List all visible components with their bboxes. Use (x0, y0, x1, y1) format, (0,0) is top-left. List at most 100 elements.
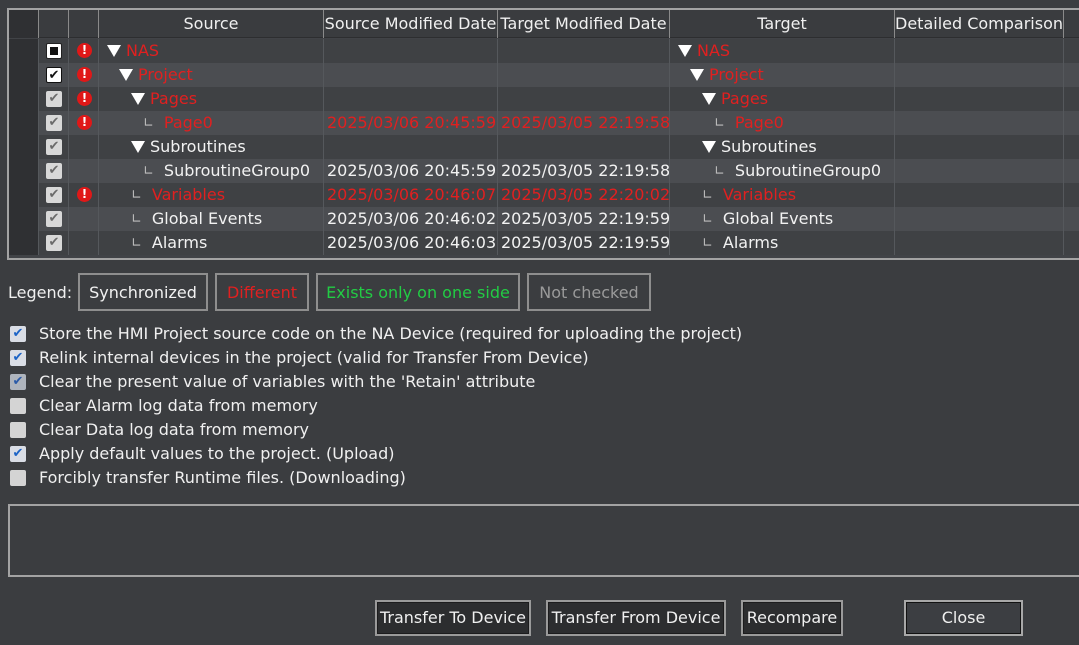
source-modified-date (327, 135, 497, 159)
grid-cell (895, 87, 1064, 111)
option-row[interactable]: ✔ Relink internal devices in the project … (10, 347, 770, 369)
source-item[interactable]: NAS (99, 39, 324, 63)
row-checkbox[interactable]: ✔ (46, 235, 62, 251)
source-item[interactable]: ∟ Global Events (99, 207, 324, 231)
table-row[interactable]: ✔ Subroutines Subroutines (9, 135, 1079, 159)
target-item[interactable]: Project (670, 63, 895, 87)
target-item[interactable]: NAS (670, 39, 895, 63)
option-row[interactable]: ✔ Clear the present value of variables wi… (10, 371, 770, 393)
row-checkbox[interactable]: ✔ (46, 211, 62, 227)
row-checkbox[interactable]: ✔ (46, 163, 62, 179)
grid-cell (69, 207, 99, 231)
comparison-grid[interactable]: Source Source Modified Date Target Modif… (7, 8, 1079, 260)
option-checkbox[interactable] (10, 470, 26, 486)
table-row[interactable]: ✔! ∟ Variables ∟ Variables 2025/03/06 20:46:0… (9, 183, 1079, 207)
item-name: Subroutines (150, 137, 246, 156)
row-checkbox[interactable]: ✔ (46, 115, 62, 131)
header-target[interactable]: Target (670, 10, 895, 38)
source-item[interactable]: ∟ Alarms (99, 231, 324, 255)
target-item[interactable]: ∟ SubroutineGroup0 (670, 159, 895, 183)
item-name: Project (709, 65, 764, 84)
option-checkbox[interactable]: ✔ (10, 374, 26, 390)
header-source-modified[interactable]: Source Modified Date (324, 10, 498, 38)
option-row[interactable]: Clear Alarm log data from memory (10, 395, 770, 417)
item-name: SubroutineGroup0 (734, 161, 882, 180)
transfer-from-device-button[interactable]: Transfer From Device (546, 600, 726, 636)
table-row[interactable]: ! NAS NAS (9, 39, 1079, 63)
target-item[interactable]: Pages (670, 87, 895, 111)
table-row[interactable]: ✔ ∟ SubroutineGroup0 ∟ SubroutineGroup0 2025/… (9, 159, 1079, 183)
recompare-button[interactable]: Recompare (741, 600, 843, 636)
source-item[interactable]: Project (99, 63, 324, 87)
target-item[interactable]: ∟ Variables (670, 183, 895, 207)
source-item[interactable]: ∟ SubroutineGroup0 (99, 159, 324, 183)
option-row[interactable]: Forcibly transfer Runtime files. (Downlo… (10, 467, 770, 489)
grid-cell (895, 183, 1064, 207)
table-row[interactable]: ✔! Project Project (9, 63, 1079, 87)
expand-triangle-icon[interactable] (107, 45, 121, 57)
grid-cell (9, 207, 39, 231)
target-modified-date (501, 39, 669, 63)
table-row[interactable]: ✔ ∟ Alarms ∟ Alarms 2025/03/06 20:46:03 2025/0… (9, 231, 1079, 255)
target-item[interactable]: ∟ Page0 (670, 111, 895, 135)
source-item[interactable]: Subroutines (99, 135, 324, 159)
grid-cell (69, 135, 99, 159)
item-name: SubroutineGroup0 (163, 161, 311, 180)
target-item[interactable]: Subroutines (670, 135, 895, 159)
row-checkbox[interactable]: ✔ (46, 139, 62, 155)
grid-cell (9, 159, 39, 183)
target-modified-date (501, 135, 669, 159)
header-target-modified[interactable]: Target Modified Date (498, 10, 670, 38)
transfer-to-device-button[interactable]: Transfer To Device (375, 600, 531, 636)
option-row[interactable]: Clear Data log data from memory (10, 419, 770, 441)
option-checkbox[interactable]: ✔ (10, 446, 26, 462)
source-item[interactable]: Pages (99, 87, 324, 111)
grid-cell (895, 159, 1064, 183)
header-detailed-comparison[interactable]: Detailed Comparison (895, 10, 1064, 38)
expand-triangle-icon[interactable] (690, 69, 704, 81)
source-item[interactable]: ∟ Variables (99, 183, 324, 207)
expand-triangle-icon[interactable] (702, 141, 716, 153)
expand-triangle-icon[interactable] (131, 93, 145, 105)
option-checkbox[interactable] (10, 422, 26, 438)
expand-triangle-icon[interactable] (131, 141, 145, 153)
option-checkbox[interactable]: ✔ (10, 326, 26, 342)
option-row[interactable]: ✔ Store the HMI Project source code on th… (10, 323, 770, 345)
option-checkbox[interactable]: ✔ (10, 350, 26, 366)
target-modified-date: 2025/03/05 22:19:59 (501, 209, 669, 228)
table-row[interactable]: ✔! ∟ Page0 ∟ Page0 2025/03/06 20:45:59 2025/03… (9, 111, 1079, 135)
expand-triangle-icon[interactable] (678, 45, 692, 57)
row-checkbox[interactable]: ✔ (46, 187, 62, 203)
table-row[interactable]: ✔! Pages Pages (9, 87, 1079, 111)
header-status-column[interactable] (69, 10, 99, 38)
expand-triangle-icon[interactable] (702, 93, 716, 105)
target-modified-date: 2025/03/05 22:19:58 (501, 161, 669, 180)
header-check-column[interactable] (39, 10, 69, 38)
option-checkbox[interactable] (10, 398, 26, 414)
row-checkbox[interactable] (46, 43, 62, 59)
row-checkbox[interactable]: ✔ (46, 67, 62, 83)
close-button[interactable]: Close (904, 600, 1023, 636)
grid-cell (9, 87, 39, 111)
item-name: Global Events (722, 209, 834, 228)
header-source[interactable]: Source (99, 10, 324, 38)
table-row[interactable]: ✔ ∟ Global Events ∟ Global Events 2025/03/06 … (9, 207, 1079, 231)
target-item[interactable]: ∟ Alarms (670, 231, 895, 255)
item-name: Page0 (734, 113, 784, 132)
option-label: Clear the present value of variables wit… (39, 372, 536, 391)
source-item[interactable]: ∟ Page0 (99, 111, 324, 135)
grid-cell (895, 135, 1064, 159)
item-name: Project (138, 65, 193, 84)
target-item[interactable]: ∟ Global Events (670, 207, 895, 231)
option-row[interactable]: ✔ Apply default values to the project. (U… (10, 443, 770, 465)
grid-cell (895, 207, 1064, 231)
warning-icon: ! (77, 187, 92, 202)
grid-cell (9, 135, 39, 159)
source-modified-date: 2025/03/06 20:45:59 (327, 161, 497, 180)
row-checkbox[interactable]: ✔ (46, 91, 62, 107)
grid-cell (895, 111, 1064, 135)
expand-triangle-icon[interactable] (119, 69, 133, 81)
item-name: NAS (126, 41, 160, 60)
grid-cell (69, 231, 99, 255)
legend-exists-one-side: Exists only on one side (316, 273, 520, 311)
